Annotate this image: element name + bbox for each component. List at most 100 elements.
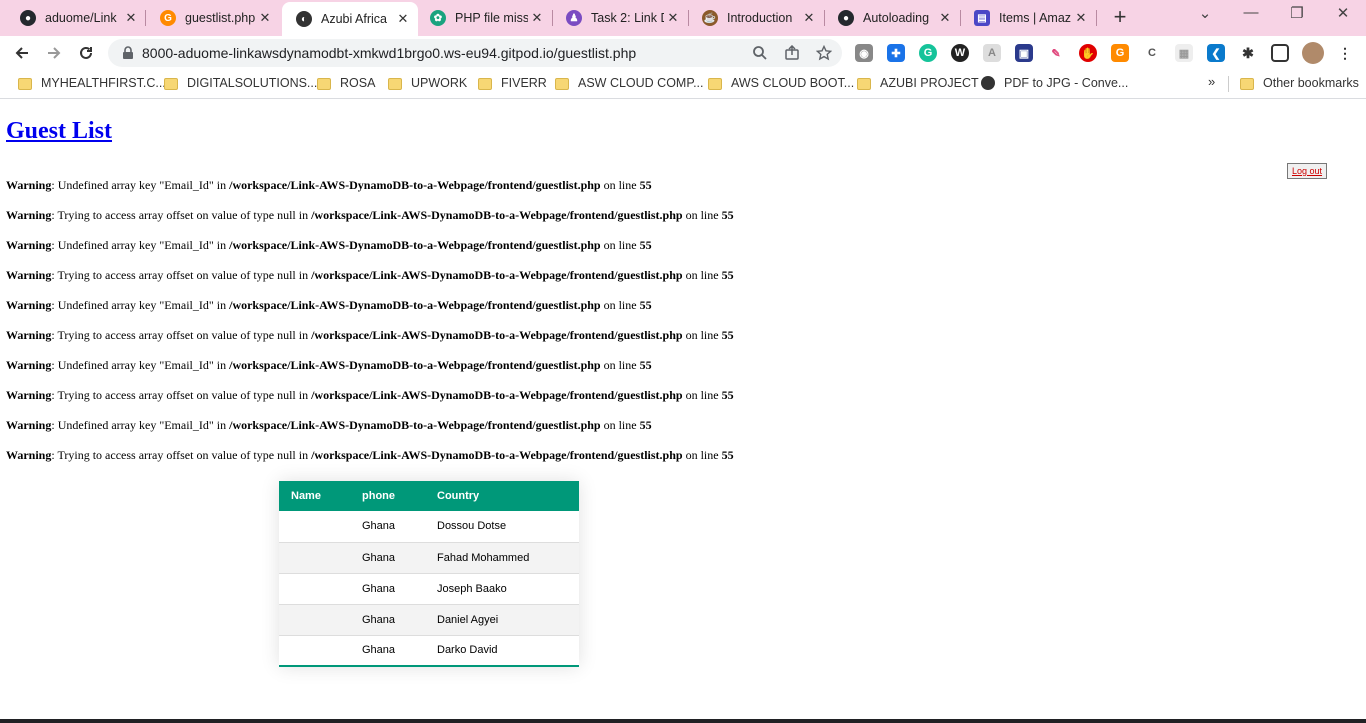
bookmarks-overflow-icon[interactable]: » [1208, 74, 1215, 89]
table-cell: Ghana [350, 635, 425, 667]
tab-6[interactable]: ● Autoloading ✕ [824, 4, 960, 32]
close-window-button[interactable]: ✕ [1328, 4, 1358, 22]
warning-message: Warning: Trying to access array offset o… [6, 388, 734, 402]
adblock-extension-icon[interactable]: ✋ [1079, 44, 1097, 62]
tab-separator [1096, 10, 1097, 26]
aws-icon: ▤ [974, 10, 990, 26]
warning-label: Warning [6, 178, 52, 192]
tab-title: Task 2: Link D [591, 11, 664, 25]
table-row: Ghana Joseph Baako [279, 573, 579, 605]
table-cell: Ghana [350, 573, 425, 605]
zoom-icon[interactable] [752, 45, 768, 61]
folder-icon [478, 78, 492, 90]
warning-message: Warning: Undefined array key "Email_Id" … [6, 418, 652, 432]
warning-text: : Trying to access array offset on value… [51, 448, 312, 462]
side-panel-icon[interactable] [1271, 44, 1289, 62]
tab-search-chevron-icon[interactable]: ⌄ [1190, 4, 1220, 22]
warning-label: Warning [6, 298, 52, 312]
close-icon[interactable]: ✕ [1072, 10, 1090, 26]
c-extension-icon[interactable]: C [1143, 44, 1161, 62]
task-icon: ♟ [566, 10, 582, 26]
more-menu-icon[interactable]: ⋮ [1336, 44, 1354, 62]
profile-avatar[interactable] [1302, 42, 1324, 64]
extensions-puzzle-icon[interactable]: ✱ [1239, 44, 1257, 62]
grammarly-extension-icon[interactable]: G [919, 44, 937, 62]
table-cell: Ghana [350, 604, 425, 636]
camera-extension-icon[interactable]: ◉ [855, 44, 873, 62]
tab-3[interactable]: ✿ PHP file missi ✕ [416, 4, 552, 32]
new-tab-button[interactable]: + [1108, 6, 1132, 30]
chatgpt-icon: ✿ [430, 10, 446, 26]
bookmark-folder[interactable]: AZUBI PROJECT [857, 76, 979, 90]
close-icon[interactable]: ✕ [528, 10, 546, 26]
warning-text: : Undefined array key "Email_Id" in [51, 418, 230, 432]
address-bar[interactable]: 8000-aduome-linkawsdynamodbt-xmkwd1brgo0… [108, 39, 842, 67]
bookmark-folder[interactable]: UPWORK [388, 76, 467, 90]
grid-extension-icon[interactable]: ▦ [1175, 44, 1193, 62]
save-extension-icon[interactable]: ✚ [887, 44, 905, 62]
folder-icon [164, 78, 178, 90]
bookmark-label: AZUBI PROJECT [880, 76, 979, 90]
page-title-link[interactable]: Guest List [6, 118, 112, 144]
taskbar-edge [0, 719, 1366, 723]
bookmark-link[interactable]: PDF to JPG - Conve... [981, 76, 1128, 90]
forward-button[interactable] [41, 40, 67, 66]
a-extension-icon[interactable]: A [983, 44, 1001, 62]
bookmark-folder[interactable]: DIGITALSOLUTIONS... [164, 76, 317, 90]
reload-button[interactable] [73, 40, 99, 66]
bookmark-folder[interactable]: ROSA [317, 76, 375, 90]
close-icon[interactable]: ✕ [122, 10, 140, 26]
tab-strip: ● aduome/Link ✕ G guestlist.php ✕ ◐ Azub… [0, 0, 1366, 36]
restore-button[interactable]: ❐ [1282, 4, 1312, 22]
folder-icon [18, 78, 32, 90]
table-cell: Ghana [350, 511, 425, 543]
tab-title: Introduction [727, 11, 793, 25]
warning-label: Warning [6, 238, 52, 252]
lock-icon[interactable] [122, 46, 134, 60]
tab-2-active[interactable]: ◐ Azubi Africa ✕ [282, 2, 418, 36]
close-icon[interactable]: ✕ [256, 10, 274, 26]
tab-7[interactable]: ▤ Items | Amaz ✕ [960, 4, 1096, 32]
vscode-extension-icon[interactable]: ❮ [1207, 44, 1225, 62]
bookmark-folder[interactable]: MYHEALTHFIRST.C... [18, 76, 166, 90]
close-icon[interactable]: ✕ [394, 11, 412, 27]
bookmark-folder[interactable]: ASW CLOUD COMP... [555, 76, 703, 90]
tab-title: PHP file missi [455, 11, 528, 25]
table-row: Ghana Fahad Mohammed [279, 542, 579, 574]
other-bookmarks[interactable]: Other bookmarks [1240, 76, 1359, 90]
share-icon[interactable] [784, 45, 800, 61]
minimize-button[interactable]: — [1236, 4, 1266, 21]
globe-icon [981, 76, 995, 90]
table-cell [279, 604, 350, 636]
warning-label: Warning [6, 388, 52, 402]
logout-button[interactable]: Log out [1287, 163, 1328, 179]
close-icon[interactable]: ✕ [936, 10, 954, 26]
close-icon[interactable]: ✕ [664, 10, 682, 26]
warning-message: Warning: Undefined array key "Email_Id" … [6, 298, 652, 312]
github-icon: ● [20, 10, 36, 26]
bookmarks-separator [1228, 76, 1229, 92]
tab-0[interactable]: ● aduome/Link ✕ [6, 4, 146, 32]
bookmark-label: DIGITALSOLUTIONS... [187, 76, 318, 90]
bookmark-star-icon[interactable] [816, 45, 832, 61]
warning-text: : Undefined array key "Email_Id" in [51, 178, 230, 192]
wordpress-extension-icon[interactable]: W [951, 44, 969, 62]
warning-line-number: 55 [721, 268, 734, 282]
bookmark-label: UPWORK [411, 76, 468, 90]
back-button[interactable] [9, 40, 35, 66]
gitpod-extension-icon[interactable]: G [1111, 44, 1129, 62]
puzzle-blue-extension-icon[interactable]: ▣ [1015, 44, 1033, 62]
color-picker-extension-icon[interactable]: ✎ [1047, 44, 1065, 62]
url-text[interactable]: 8000-aduome-linkawsdynamodbt-xmkwd1brgo0… [142, 45, 636, 61]
tab-5[interactable]: ☕ Introduction ✕ [688, 4, 824, 32]
warning-line-number: 55 [721, 388, 734, 402]
bookmark-folder[interactable]: FIVERR [478, 76, 547, 90]
tab-1[interactable]: G guestlist.php ✕ [146, 4, 280, 32]
table-cell: Darko David [425, 635, 579, 667]
warning-file: /workspace/Link-AWS-DynamoDB-to-a-Webpag… [311, 328, 683, 342]
tab-4[interactable]: ♟ Task 2: Link D ✕ [552, 4, 688, 32]
intro-icon: ☕ [702, 10, 718, 26]
close-icon[interactable]: ✕ [800, 10, 818, 26]
page-content: Guest List Log out Warning: Undefined ar… [0, 100, 1366, 720]
bookmark-folder[interactable]: AWS CLOUD BOOT... [708, 76, 854, 90]
